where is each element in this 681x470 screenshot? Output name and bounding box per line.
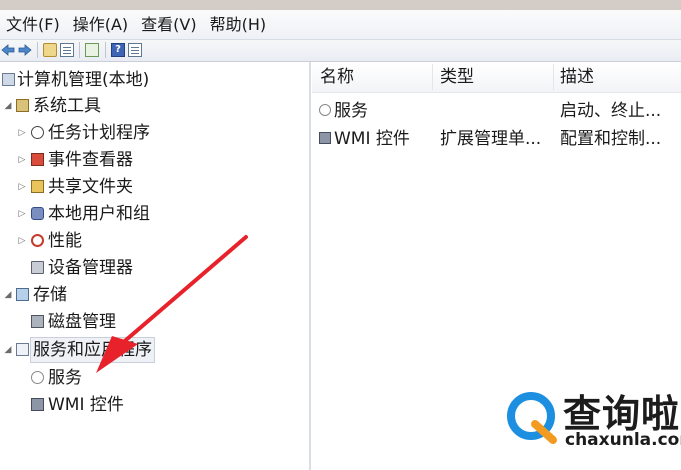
back-icon[interactable]	[1, 43, 15, 57]
tree-label: 本地用户和组	[48, 204, 150, 224]
collapse-triangle-icon[interactable]: ◢	[3, 283, 13, 307]
clock-icon	[31, 126, 44, 139]
menu-file[interactable]: 文件(F)	[0, 10, 67, 39]
tree-label: 磁盘管理	[48, 312, 116, 332]
watermark-url: chaxunla.com	[565, 430, 681, 450]
toolbar-separator	[37, 42, 38, 58]
tree-label: 系统工具	[33, 96, 101, 116]
column-header-name[interactable]: 名称	[320, 62, 354, 92]
console-tree: 计算机管理(本地) ◢ 系统工具 ▷ 任务计划程序 ▷ 事件查看器 ▷ 共享文件…	[0, 62, 311, 470]
window-top-edge	[0, 0, 681, 10]
device-manager-icon	[31, 261, 44, 274]
column-divider[interactable]	[432, 64, 433, 90]
column-header-description[interactable]: 描述	[560, 62, 594, 92]
cell-name: 服务	[334, 101, 368, 121]
tree-label: 事件查看器	[48, 150, 133, 170]
column-header-type[interactable]: 类型	[440, 62, 474, 92]
services-icon	[319, 104, 331, 116]
storage-icon	[16, 288, 29, 301]
export-list-icon[interactable]	[85, 43, 99, 57]
list-header: 名称 类型 描述	[312, 62, 681, 93]
services-applications-icon	[16, 343, 29, 356]
tree-label: 性能	[48, 231, 82, 251]
expand-triangle-icon[interactable]: ▷	[17, 121, 27, 145]
menu-view[interactable]: 查看(V)	[135, 10, 203, 39]
toolbar-separator	[79, 42, 80, 58]
tree-label: 任务计划程序	[48, 123, 150, 143]
system-tools-icon	[16, 99, 29, 112]
toolbar-separator	[105, 42, 106, 58]
collapse-triangle-icon[interactable]: ◢	[3, 338, 13, 362]
tree-label: WMI 控件	[48, 395, 124, 415]
users-icon	[31, 207, 44, 220]
menu-help[interactable]: 帮助(H)	[204, 10, 274, 39]
menu-bar: 文件(F) 操作(A) 查看(V) 帮助(H)	[0, 10, 681, 40]
tree-label: 计算机管理(本地)	[17, 70, 150, 90]
cell-name: WMI 控件	[334, 129, 410, 149]
expand-triangle-icon[interactable]: ▷	[17, 175, 27, 199]
tree-label: 共享文件夹	[48, 177, 133, 197]
wmi-icon	[319, 132, 331, 144]
column-divider[interactable]	[553, 64, 554, 90]
chaxunla-logo-icon	[507, 392, 557, 444]
toolbar: ?	[0, 40, 681, 62]
expand-triangle-icon[interactable]: ▷	[17, 148, 27, 172]
show-hide-console-tree-icon[interactable]	[60, 43, 74, 57]
tree-label: 服务	[48, 368, 82, 388]
computer-management-icon	[2, 73, 15, 86]
performance-icon	[31, 234, 44, 247]
cell-description: 配置和控制...	[560, 129, 662, 149]
tree-label: 存储	[33, 285, 67, 305]
tree-label: 设备管理器	[48, 258, 133, 278]
up-one-level-icon[interactable]	[43, 43, 57, 57]
show-hide-action-pane-icon[interactable]	[128, 43, 142, 57]
collapse-triangle-icon[interactable]: ◢	[3, 94, 13, 118]
tree-label: 服务和应用程序	[30, 337, 155, 363]
list-row[interactable]: WMI 控件 扩展管理单... 配置和控制...	[312, 126, 681, 152]
expand-triangle-icon[interactable]: ▷	[17, 229, 27, 253]
menu-action[interactable]: 操作(A)	[67, 10, 135, 39]
forward-icon[interactable]	[18, 43, 32, 57]
event-viewer-icon	[31, 153, 44, 166]
wmi-icon	[31, 398, 44, 411]
disk-icon	[31, 315, 44, 328]
cell-type: 扩展管理单...	[440, 129, 542, 149]
cell-description: 启动、终止...	[560, 101, 662, 121]
expand-triangle-icon[interactable]: ▷	[17, 202, 27, 226]
list-row[interactable]: 服务 启动、终止...	[312, 98, 681, 124]
services-icon	[31, 371, 44, 384]
help-icon[interactable]: ?	[111, 43, 125, 57]
shared-folder-icon	[31, 180, 44, 193]
